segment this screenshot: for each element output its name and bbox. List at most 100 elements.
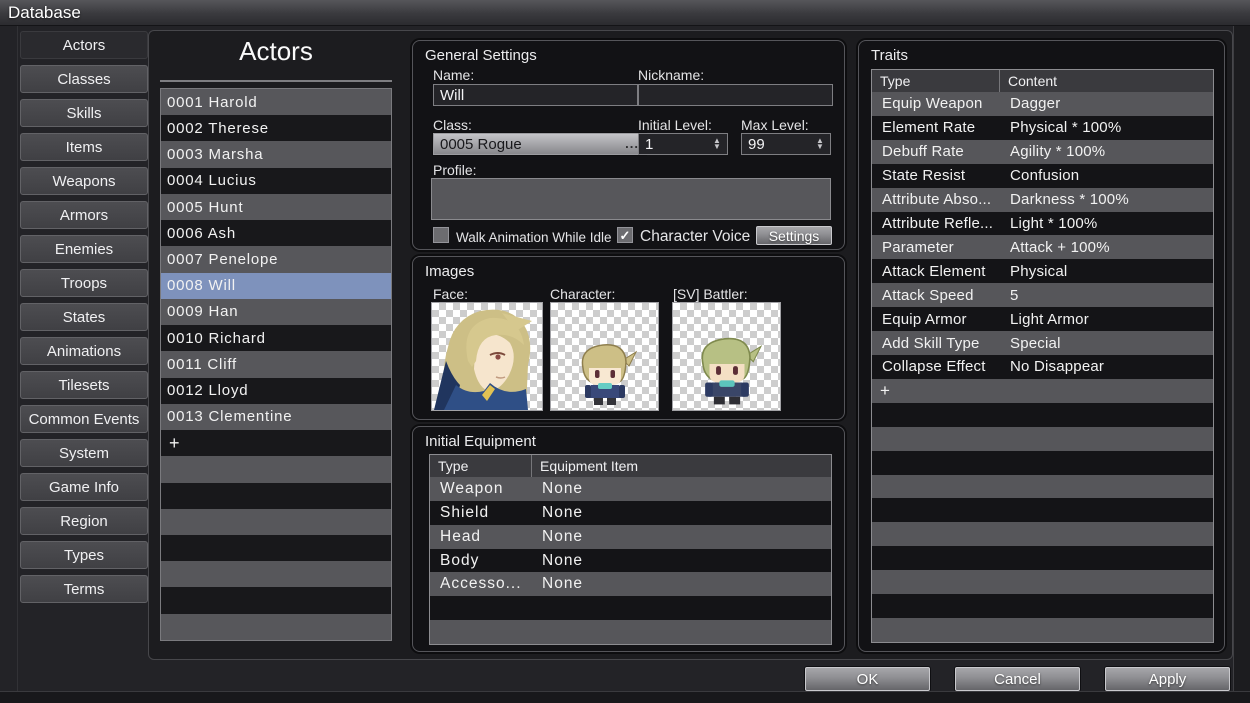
equipment-row[interactable]: ShieldNone	[430, 501, 831, 525]
tab-region[interactable]: Region	[20, 507, 148, 535]
cell: Confusion	[1000, 164, 1079, 188]
tab-animations[interactable]: Animations	[20, 337, 148, 365]
cell: Accesso...	[430, 572, 532, 596]
face-image[interactable]	[431, 302, 543, 411]
name-input[interactable]: Will	[433, 84, 638, 106]
nickname-label: Nickname:	[638, 67, 704, 83]
actor-list-item[interactable]: 0010 Richard	[161, 325, 391, 351]
cell	[1000, 594, 1010, 618]
trait-row[interactable]: Collapse EffectNo Disappear	[872, 355, 1213, 379]
tab-items[interactable]: Items	[20, 133, 148, 161]
trait-row[interactable]: State ResistConfusion	[872, 164, 1213, 188]
cell: +	[872, 379, 1000, 403]
walk-animation-checkbox[interactable]: ✓	[433, 227, 449, 243]
group-title: General Settings	[425, 47, 537, 64]
equipment-row[interactable]: WeaponNone	[430, 477, 831, 501]
add-actor-row[interactable]: +	[161, 430, 391, 456]
cell	[1000, 570, 1010, 594]
table-header: TypeEquipment Item	[430, 455, 831, 477]
actor-list-item[interactable]: 0011 Cliff	[161, 351, 391, 377]
spinner-down-icon[interactable]: ▼	[713, 144, 721, 150]
tab-classes[interactable]: Classes	[20, 65, 148, 93]
equipment-row[interactable]: HeadNone	[430, 525, 831, 549]
cell: Attribute Abso...	[872, 188, 1000, 212]
cell	[532, 620, 542, 644]
actor-list-item[interactable]: 0002 Therese	[161, 115, 391, 141]
equipment-row[interactable]: Accesso...None	[430, 572, 831, 596]
tab-troops[interactable]: Troops	[20, 269, 148, 297]
actor-list-item[interactable]: 0012 Lloyd	[161, 378, 391, 404]
tab-common-events[interactable]: Common Events	[20, 405, 148, 433]
trait-row[interactable]: Element RatePhysical * 100%	[872, 116, 1213, 140]
tab-types[interactable]: Types	[20, 541, 148, 569]
tab-game-info[interactable]: Game Info	[20, 473, 148, 501]
cell	[1000, 403, 1010, 427]
cell	[872, 403, 1000, 427]
actor-list-item[interactable]: 0007 Penelope	[161, 246, 391, 272]
empty-row	[161, 509, 391, 535]
empty-row	[161, 456, 391, 482]
equipment-table: TypeEquipment ItemWeaponNoneShieldNoneHe…	[429, 454, 832, 645]
group-title: Images	[425, 263, 474, 280]
actor-list-item[interactable]: 0009 Han	[161, 299, 391, 325]
initial-level-spinner[interactable]: 1 ▲▼	[638, 133, 728, 155]
tab-skills[interactable]: Skills	[20, 99, 148, 127]
cell	[532, 596, 542, 620]
empty-row	[872, 522, 1213, 546]
group-title: Traits	[871, 47, 908, 64]
actor-list-item[interactable]: 0006 Ash	[161, 220, 391, 246]
column-header: Content	[1000, 70, 1057, 92]
tab-actors[interactable]: Actors	[20, 31, 148, 59]
cell: Attack + 100%	[1000, 235, 1110, 259]
profile-textarea[interactable]	[431, 178, 831, 220]
cell: Add Skill Type	[872, 331, 1000, 355]
trait-row[interactable]: Attribute Abso...Darkness * 100%	[872, 188, 1213, 212]
apply-button[interactable]: Apply	[1105, 667, 1230, 691]
trait-row[interactable]: ParameterAttack + 100%	[872, 235, 1213, 259]
cell	[1000, 522, 1010, 546]
character-label: Character:	[550, 286, 615, 302]
empty-row	[430, 620, 831, 644]
actor-list-item[interactable]: 0001 Harold	[161, 89, 391, 115]
actor-list-item[interactable]: 0008 Will	[161, 273, 391, 299]
empty-row	[872, 594, 1213, 618]
sidebar-tabs: Actors Classes Skills Items Weapons Armors Ene…	[20, 31, 148, 609]
battler-sprite-art	[692, 331, 762, 410]
character-image[interactable]	[550, 302, 659, 411]
tab-states[interactable]: States	[20, 303, 148, 331]
cell: None	[532, 572, 583, 596]
character-voice-checkbox[interactable]: ✓	[617, 227, 633, 243]
tab-armors[interactable]: Armors	[20, 201, 148, 229]
tab-tilesets[interactable]: Tilesets	[20, 371, 148, 399]
trait-row[interactable]: Attribute Refle...Light * 100%	[872, 212, 1213, 236]
tab-weapons[interactable]: Weapons	[20, 167, 148, 195]
actor-list-item[interactable]: 0004 Lucius	[161, 168, 391, 194]
nickname-input[interactable]	[638, 84, 833, 106]
tab-terms[interactable]: Terms	[20, 575, 148, 603]
check-icon: ✓	[620, 229, 631, 242]
actor-list-item[interactable]: 0003 Marsha	[161, 141, 391, 167]
actor-list-item[interactable]: 0005 Hunt	[161, 194, 391, 220]
ok-button[interactable]: OK	[805, 667, 930, 691]
actor-list-item[interactable]: 0013 Clementine	[161, 404, 391, 430]
trait-row[interactable]: Attack ElementPhysical	[872, 259, 1213, 283]
voice-settings-button[interactable]: Settings	[756, 226, 832, 245]
cell: Debuff Rate	[872, 140, 1000, 164]
spinner-down-icon[interactable]: ▼	[816, 144, 824, 150]
empty-row	[872, 403, 1213, 427]
trait-row[interactable]: Debuff RateAgility * 100%	[872, 140, 1213, 164]
sv-battler-image[interactable]	[672, 302, 781, 411]
tab-system[interactable]: System	[20, 439, 148, 467]
tab-enemies[interactable]: Enemies	[20, 235, 148, 263]
trait-row[interactable]: Equip ArmorLight Armor	[872, 307, 1213, 331]
trait-row[interactable]: Add Skill TypeSpecial	[872, 331, 1213, 355]
equipment-row[interactable]: BodyNone	[430, 549, 831, 573]
empty-row	[430, 596, 831, 620]
max-level-spinner[interactable]: 99 ▲▼	[741, 133, 831, 155]
class-dropdown[interactable]: 0005 Rogue ...	[433, 133, 646, 155]
trait-row[interactable]: Attack Speed5	[872, 283, 1213, 307]
cancel-button[interactable]: Cancel	[955, 667, 1080, 691]
add-row[interactable]: +	[872, 379, 1213, 403]
trait-row[interactable]: Equip WeaponDagger	[872, 92, 1213, 116]
column-header: Type	[872, 70, 1000, 92]
